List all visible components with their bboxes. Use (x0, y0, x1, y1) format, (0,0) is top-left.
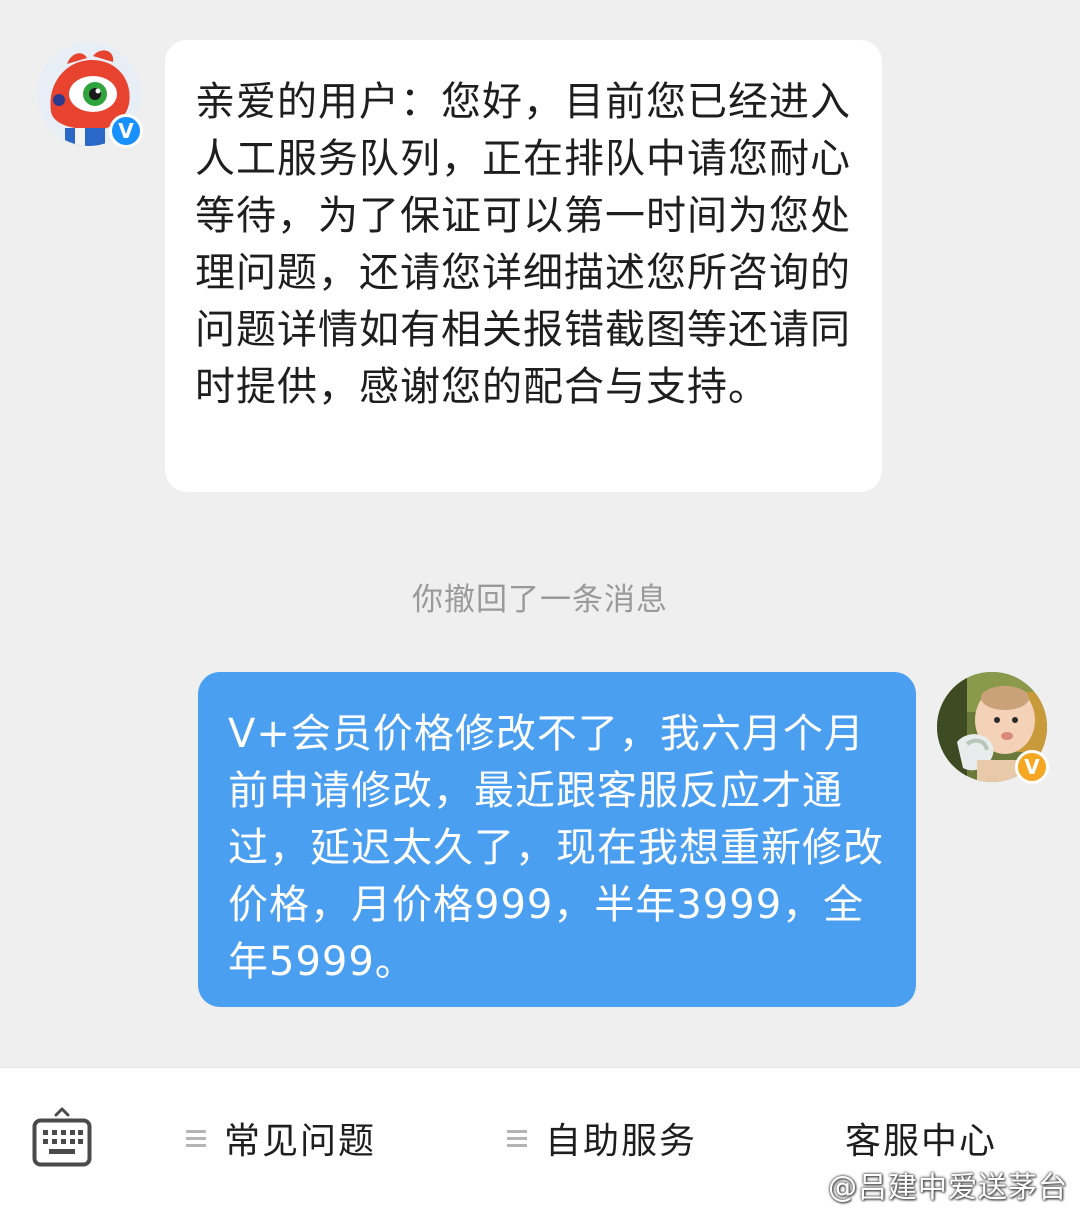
menu-lines-icon (507, 1126, 527, 1151)
verified-badge-icon: V (1015, 750, 1049, 784)
watermark: @吕建中爱送茅台 (784, 1164, 1068, 1206)
self-service-label: 自助服务 (545, 1121, 698, 1162)
incoming-message-bubble[interactable]: 亲爱的用户：您好，目前您已经进入人工服务队列，正在排队中请您耐心等待，为了保证可… (165, 40, 882, 492)
verified-badge-icon: V (109, 114, 143, 148)
outgoing-message-bubble[interactable]: V+会员价格修改不了，我六月个月前申请修改，最近跟客服反应才通过，延迟太久了，现… (198, 672, 916, 1007)
chat-area: V 亲爱的用户：您好，目前您已经进入人工服务队列，正在排队中请您耐心等待，为了保… (0, 0, 1080, 1067)
menu-lines-icon (186, 1126, 206, 1151)
weibo-logo-icon (784, 1169, 824, 1201)
outgoing-message-text: V+会员价格修改不了，我六月个月前申请修改，最近跟客服反应才通过，延迟太久了，现… (228, 711, 884, 985)
service-center-label: 客服中心 (845, 1121, 998, 1162)
recalled-message-notice: 你撤回了一条消息 (412, 582, 668, 618)
incoming-message-text: 亲爱的用户：您好，目前您已经进入人工服务队列，正在排队中请您耐心等待，为了保证可… (195, 79, 851, 410)
faq-button[interactable]: 常见问题 (186, 1114, 376, 1162)
faq-label: 常见问题 (224, 1121, 377, 1162)
self-service-button[interactable]: 自助服务 (507, 1114, 697, 1162)
user-avatar[interactable]: V (937, 672, 1049, 784)
keyboard-icon[interactable] (32, 1106, 92, 1168)
watermark-text: @吕建中爱送茅台 (827, 1170, 1068, 1204)
service-center-button[interactable]: 客服中心 (845, 1114, 997, 1162)
service-avatar[interactable]: V (37, 42, 143, 148)
